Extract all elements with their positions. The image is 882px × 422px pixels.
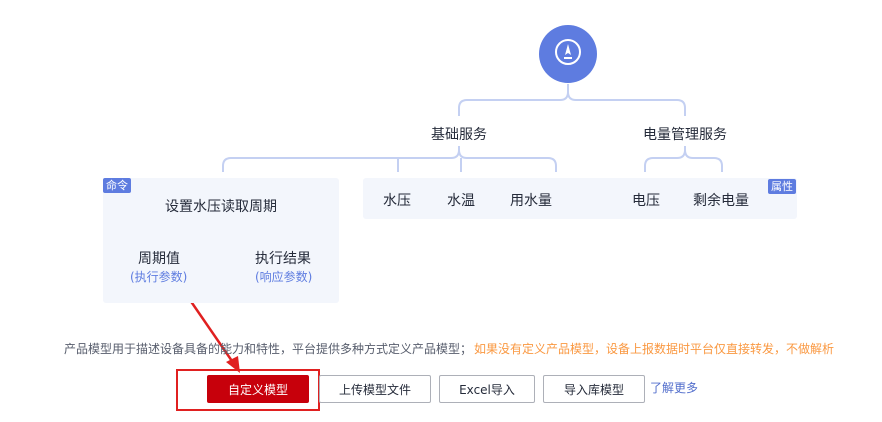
command-tag: 命令: [103, 178, 131, 193]
group-basic-service: 基础服务: [431, 127, 487, 143]
command-title: 设置水压读取周期: [165, 199, 277, 215]
model-warning: 如果没有定义产品模型，设备上报数据时平台仅直接转发，不做解析: [474, 342, 835, 356]
upload-model-button[interactable]: 上传模型文件: [319, 375, 431, 403]
custom-model-button[interactable]: 自定义模型: [207, 375, 309, 403]
excel-import-button[interactable]: Excel导入: [439, 375, 535, 403]
property-item: 水压: [383, 193, 411, 209]
root-node: [539, 25, 597, 83]
command-param-sub: (执行参数): [130, 270, 188, 284]
compass-icon: [553, 37, 583, 71]
property-tag: 属性: [768, 179, 796, 194]
command-param-label: 周期值: [138, 251, 180, 267]
property-item: 电压: [632, 193, 660, 209]
property-item: 剩余电量: [693, 193, 749, 209]
command-result-sub: (响应参数): [255, 270, 313, 284]
property-item: 用水量: [510, 193, 552, 209]
model-description: 产品模型用于描述设备具备的能力和特性，平台提供多种方式定义产品模型；: [64, 342, 473, 356]
command-result-label: 执行结果: [255, 251, 311, 267]
property-item: 水温: [447, 193, 475, 209]
import-library-button[interactable]: 导入库模型: [543, 375, 645, 403]
group-power-service: 电量管理服务: [643, 127, 727, 143]
learn-more-link[interactable]: 了解更多: [650, 379, 698, 396]
